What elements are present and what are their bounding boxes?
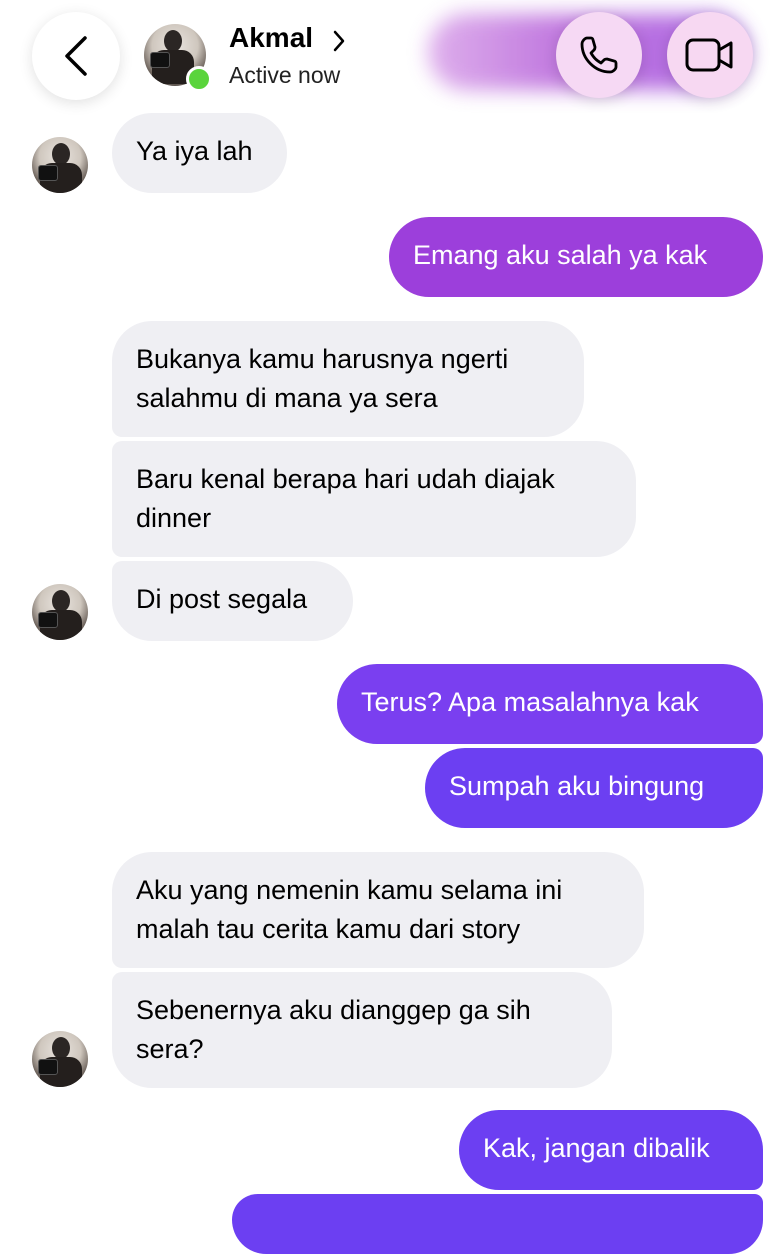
incoming-message[interactable]: Ya iya lah	[112, 113, 287, 193]
outgoing-message-partial[interactable]	[232, 1194, 763, 1254]
outgoing-message[interactable]: Kak, jangan dibalik	[459, 1110, 763, 1190]
sender-avatar[interactable]	[32, 584, 88, 640]
incoming-message[interactable]: Baru kenal berapa hari udah diajak dinne…	[112, 441, 636, 557]
outgoing-message[interactable]: Emang aku salah ya kak	[389, 217, 763, 297]
incoming-message[interactable]: Di post segala	[112, 561, 353, 641]
video-camera-icon	[685, 38, 733, 72]
sender-avatar[interactable]	[32, 137, 88, 193]
incoming-message[interactable]: Bukanya kamu harusnya ngerti salahmu di …	[112, 321, 584, 437]
voice-call-button[interactable]	[556, 12, 642, 98]
chevron-left-icon	[65, 36, 87, 76]
contact-name[interactable]: Akmal	[229, 22, 313, 54]
chevron-right-icon[interactable]	[332, 30, 346, 52]
phone-icon	[580, 36, 618, 74]
outgoing-message[interactable]: Terus? Apa masalahnya kak	[337, 664, 763, 744]
sender-avatar[interactable]	[32, 1031, 88, 1087]
contact-status: Active now	[229, 62, 341, 88]
online-status-dot	[186, 66, 212, 92]
video-call-button[interactable]	[667, 12, 753, 98]
incoming-message[interactable]: Aku yang nemenin kamu selama ini malah t…	[112, 852, 644, 968]
back-button[interactable]	[32, 12, 120, 100]
chat-header: Akmal Active now	[0, 0, 778, 112]
incoming-message[interactable]: Sebenernya aku dianggep ga sih sera?	[112, 972, 612, 1088]
outgoing-message[interactable]: Sumpah aku bingung	[425, 748, 763, 828]
